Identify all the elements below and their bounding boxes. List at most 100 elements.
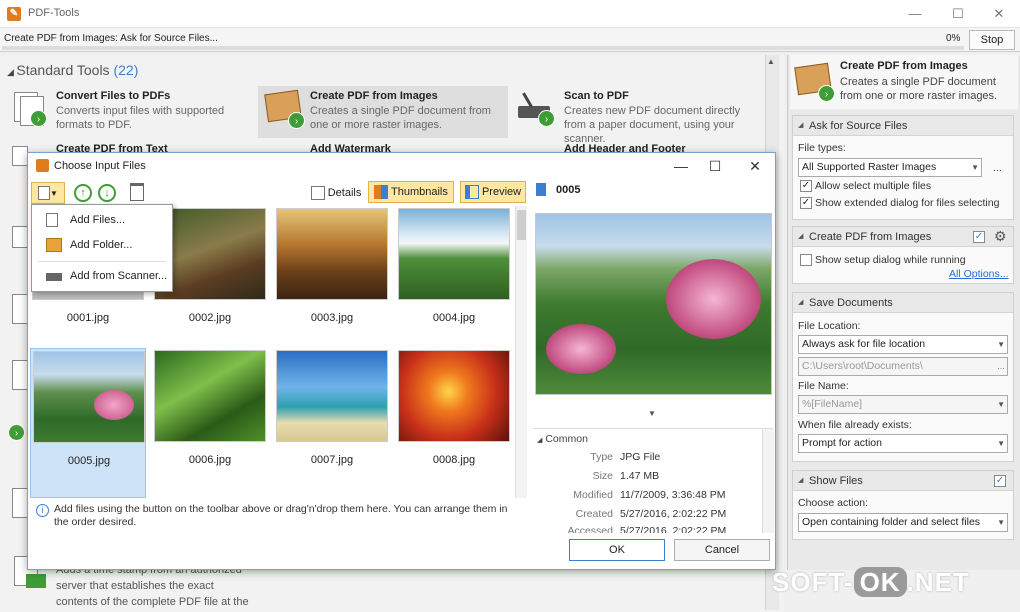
ellipsis-icon: …	[997, 362, 1005, 371]
section-header[interactable]: Ask for Source Files	[793, 116, 1013, 136]
file-name-field[interactable]: %[FileName] ▼	[798, 395, 1008, 414]
file-location-select[interactable]: Always ask for file location ▼	[798, 335, 1008, 354]
details-view-button[interactable]: Details	[306, 182, 366, 204]
thumbnail-image	[33, 351, 145, 443]
section-header[interactable]: Save Documents	[793, 293, 1013, 313]
cancel-button[interactable]: Cancel	[674, 539, 770, 561]
create-enabled-checkbox[interactable]: ✓	[973, 231, 985, 243]
thumbnails-view-button[interactable]: Thumbnails	[368, 181, 454, 203]
prop-key: Size	[592, 470, 613, 482]
menu-item-label: Add from Scanner...	[70, 270, 168, 282]
menu-item-label: Add Folder...	[70, 239, 133, 251]
dialog-minimize-button[interactable]: —	[666, 156, 696, 176]
browse-button[interactable]: ...	[993, 162, 1002, 174]
file-path-value: C:\Users\root\Documents\	[802, 360, 923, 372]
file-exists-value: Prompt for action	[802, 437, 882, 449]
chevron-down-icon: ▼	[50, 189, 58, 198]
thumbnail-filename: 0004.jpg	[432, 312, 476, 324]
file-types-label: File types:	[798, 142, 846, 154]
thumbnail-item[interactable]: 0004.jpg	[396, 206, 512, 338]
details-icon	[310, 186, 325, 201]
properties-scrollbar[interactable]	[762, 429, 774, 533]
preview-icon	[464, 185, 479, 200]
app-logo-icon: ✎	[7, 7, 21, 21]
prop-value: 5/27/2016, 2:02:22 PM	[620, 525, 727, 533]
scanner-icon	[46, 273, 62, 281]
thumbnail-item[interactable]: 0003.jpg	[274, 206, 390, 338]
tools-section-header[interactable]: ◢ Standard Tools (22)	[7, 62, 138, 78]
prop-row: Modified 11/7/2009, 3:36:48 PM	[533, 486, 773, 504]
watermark-text: SOFT-	[772, 567, 854, 597]
thumbnails-scrollbar[interactable]	[515, 206, 527, 498]
thumbnail-item[interactable]: 0007.jpg	[274, 348, 390, 480]
tools-count: (22)	[113, 62, 139, 78]
thumbnail-item-selected[interactable]: 0005.jpg	[30, 348, 146, 498]
choose-action-select[interactable]: Open containing folder and select files ▼	[798, 513, 1008, 532]
file-icon	[536, 183, 546, 196]
tool-scan-to-pdf[interactable]: › Scan to PDF Creates new PDF document d…	[516, 90, 766, 145]
tool-create-pdf-from-images[interactable]: › Create PDF from Images Creates a singl…	[258, 86, 508, 138]
hint-text: Add files using the button on the toolba…	[54, 503, 508, 528]
file-name-label: File Name:	[798, 380, 849, 392]
chevron-down-icon[interactable]: ▼	[648, 409, 656, 418]
menu-item-add-files[interactable]: Add Files...	[32, 209, 172, 231]
add-files-menu: Add Files... Add Folder... Add from Scan…	[31, 204, 173, 292]
minimize-button[interactable]: —	[900, 4, 930, 24]
ok-button[interactable]: OK	[569, 539, 665, 561]
allow-multiple-checkbox[interactable]: ✓	[800, 180, 812, 192]
tools-section-title: Standard Tools	[16, 62, 110, 78]
dialog-maximize-button[interactable]: ☐	[700, 156, 730, 176]
trash-icon[interactable]	[130, 183, 144, 201]
move-down-icon[interactable]: ↓	[98, 184, 116, 202]
run-icon: ›	[8, 424, 25, 441]
thumbnail-filename: 0003.jpg	[310, 312, 354, 324]
prop-value: 5/27/2016, 2:02:22 PM	[620, 508, 727, 520]
extended-dialog-label: Show extended dialog for files selecting	[815, 197, 1000, 209]
thumbnail-image	[276, 350, 388, 442]
options-tool-name: Create PDF from Images	[840, 60, 968, 72]
thumbnail-item[interactable]: 0008.jpg	[396, 348, 512, 480]
tool-convert-files[interactable]: › Convert Files to PDFs Converts input f…	[12, 90, 252, 136]
choose-action-label: Choose action:	[798, 497, 869, 509]
section-header[interactable]: Show Files	[793, 471, 1013, 491]
maximize-button[interactable]: ☐	[943, 4, 973, 24]
add-files-dropdown-button[interactable]: ▼	[31, 182, 65, 204]
prop-value: 1.47 MB	[620, 470, 660, 482]
watermark-text: OK	[853, 567, 907, 597]
preview-toggle-button[interactable]: Preview	[460, 181, 526, 203]
props-group-header[interactable]: ◢ Common	[537, 433, 588, 445]
file-types-select[interactable]: All Supported Raster Images ▼	[798, 158, 982, 177]
menu-item-add-folder[interactable]: Add Folder...	[32, 234, 172, 256]
watermark-text: .NET	[906, 567, 970, 597]
move-up-icon[interactable]: ↑	[74, 184, 92, 202]
file-location-value: Always ask for file location	[802, 338, 926, 350]
tool-name: Convert Files to PDFs	[56, 90, 171, 102]
thumbnail-item[interactable]: 0006.jpg	[152, 348, 268, 480]
options-header: › Create PDF from Images Creates a singl…	[790, 55, 1018, 109]
progress-track	[2, 46, 964, 50]
images-to-pdf-icon: ›	[794, 62, 836, 102]
add-folder-icon	[46, 238, 62, 252]
file-path-field[interactable]: C:\Users\root\Documents\ …	[798, 357, 1008, 376]
close-button[interactable]: ✕	[984, 4, 1014, 24]
prop-key: Modified	[573, 489, 613, 501]
images-to-pdf-icon: ›	[264, 89, 308, 129]
menu-item-add-from-scanner[interactable]: Add from Scanner...	[32, 265, 172, 287]
tool-desc: Creates a single PDF document from one o…	[310, 105, 491, 131]
gear-icon[interactable]: ⚙	[994, 228, 1007, 245]
chevron-down-icon: ▼	[971, 163, 979, 172]
all-options-link[interactable]: All Options...	[949, 268, 1009, 280]
extended-dialog-checkbox[interactable]: ✓	[800, 197, 812, 209]
doc-icon	[12, 226, 28, 248]
dialog-close-button[interactable]: ✕	[740, 156, 770, 176]
doc-icon	[12, 294, 28, 324]
convert-files-icon: ›	[12, 90, 54, 128]
choose-action-value: Open containing folder and select files	[802, 516, 981, 528]
file-exists-select[interactable]: Prompt for action ▼	[798, 434, 1008, 453]
show-files-checkbox[interactable]: ✓	[994, 475, 1006, 487]
stop-button[interactable]: Stop	[969, 30, 1015, 50]
show-setup-checkbox[interactable]	[800, 254, 812, 266]
tool-name: Create PDF from Images	[310, 90, 438, 102]
thumbnail-filename: 0005.jpg	[67, 455, 111, 467]
prop-row: Size 1.47 MB	[533, 467, 773, 485]
